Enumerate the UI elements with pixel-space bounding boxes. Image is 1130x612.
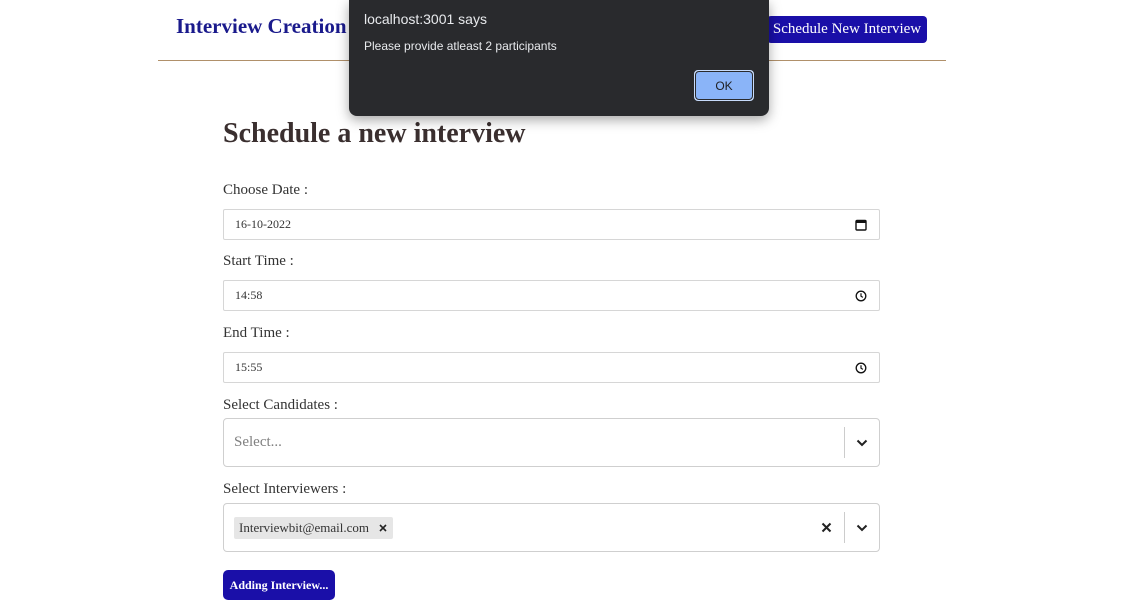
close-icon[interactable]: [820, 522, 832, 534]
indicator-separator: [844, 512, 845, 543]
alert-dialog: localhost:3001 says Please provide atlea…: [349, 0, 769, 116]
chevron-down-icon[interactable]: [855, 521, 869, 535]
start-time-label: Start Time :: [223, 253, 294, 269]
schedule-new-interview-button[interactable]: Schedule New Interview: [767, 16, 927, 43]
end-time-label: End Time :: [223, 325, 290, 341]
remove-chip-icon[interactable]: [378, 523, 387, 532]
date-input[interactable]: 16-10-2022: [223, 209, 880, 240]
chevron-down-icon[interactable]: [855, 436, 869, 450]
dialog-message: Please provide atleast 2 participants: [364, 39, 557, 53]
dialog-ok-button[interactable]: OK: [694, 70, 754, 101]
start-time-input[interactable]: 14:58: [223, 280, 880, 311]
candidates-placeholder: Select...: [234, 434, 282, 450]
candidates-label: Select Candidates :: [223, 397, 338, 413]
candidates-select[interactable]: Select...: [223, 418, 880, 467]
end-time-value: 15:55: [235, 360, 263, 374]
date-value: 16-10-2022: [235, 217, 291, 231]
add-interview-button[interactable]: Adding Interview...: [223, 570, 335, 600]
interviewers-select[interactable]: Interviewbit@email.com: [223, 503, 880, 552]
clock-icon[interactable]: [855, 362, 867, 374]
clock-icon[interactable]: [855, 290, 867, 302]
chip-label: Interviewbit@email.com: [239, 519, 370, 535]
app-brand-title: Interview Creation: [176, 14, 347, 38]
end-time-input[interactable]: 15:55: [223, 352, 880, 383]
date-label: Choose Date :: [223, 182, 308, 198]
indicator-separator: [844, 427, 845, 458]
start-time-value: 14:58: [235, 288, 263, 302]
selected-interviewer-chip: Interviewbit@email.com: [234, 516, 394, 539]
dialog-title: localhost:3001 says: [364, 11, 487, 27]
calendar-icon[interactable]: [855, 219, 867, 231]
interviewers-label: Select Interviewers :: [223, 481, 347, 497]
page-title: Schedule a new interview: [223, 118, 526, 149]
